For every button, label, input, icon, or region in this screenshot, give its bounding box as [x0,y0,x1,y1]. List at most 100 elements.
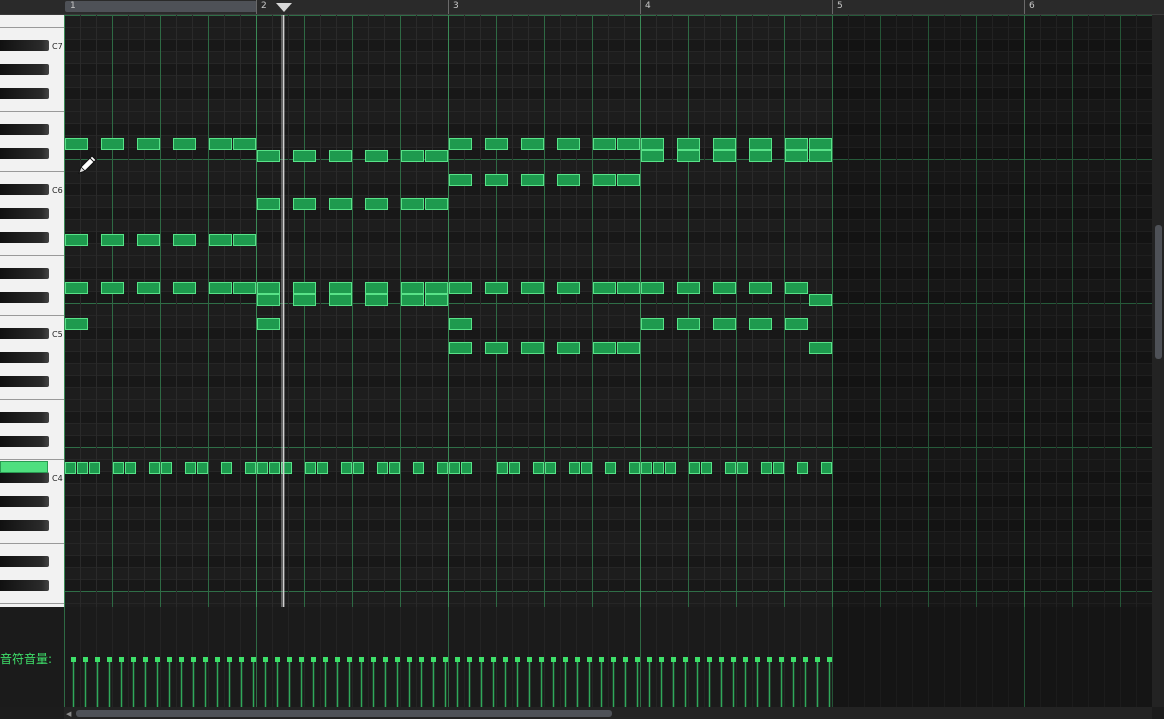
black-key[interactable] [0,412,49,423]
velocity-handle[interactable] [551,657,556,662]
velocity-handle[interactable] [71,657,76,662]
velocity-handle[interactable] [311,657,316,662]
vertical-scrollbar-thumb[interactable] [1155,225,1162,359]
velocity-handle[interactable] [815,657,820,662]
velocity-handle[interactable] [263,657,268,662]
velocity-handle[interactable] [431,657,436,662]
velocity-handle[interactable] [155,657,160,662]
midi-note [233,234,256,246]
piano-keyboard[interactable]: C7 C6 C5 C4 [0,15,65,607]
velocity-handle[interactable] [503,657,508,662]
black-key[interactable] [0,328,49,339]
velocity-handle[interactable] [335,657,340,662]
velocity-handle[interactable] [743,657,748,662]
pencil-icon [78,155,97,174]
black-key[interactable] [0,436,49,447]
velocity-handle[interactable] [179,657,184,662]
velocity-handle[interactable] [791,657,796,662]
horizontal-scrollbar[interactable]: ◀ [64,707,1152,719]
velocity-handle[interactable] [731,657,736,662]
black-key[interactable] [0,496,49,507]
velocity-handle[interactable] [191,657,196,662]
ruler-loop-region[interactable] [65,1,257,12]
black-key[interactable] [0,472,49,483]
black-key[interactable] [0,208,49,219]
black-key[interactable] [0,40,49,51]
velocity-lane-canvas[interactable] [0,607,1153,707]
black-key[interactable] [0,292,49,303]
velocity-handle[interactable] [479,657,484,662]
note-grid[interactable] [64,15,1152,607]
velocity-handle[interactable] [707,657,712,662]
horizontal-scrollbar-thumb[interactable] [76,710,612,717]
velocity-handle[interactable] [599,657,604,662]
velocity-handle[interactable] [587,657,592,662]
black-key[interactable] [0,184,49,195]
velocity-handle[interactable] [107,657,112,662]
velocity-handle[interactable] [779,657,784,662]
velocity-lane[interactable] [0,607,1153,707]
velocity-handle[interactable] [359,657,364,662]
velocity-handle[interactable] [347,657,352,662]
note-grid-canvas[interactable] [64,15,1152,607]
velocity-handle[interactable] [215,657,220,662]
velocity-handle[interactable] [827,657,832,662]
velocity-handle[interactable] [287,657,292,662]
black-key[interactable] [0,520,49,531]
velocity-handle[interactable] [239,657,244,662]
velocity-handle[interactable] [539,657,544,662]
velocity-handle[interactable] [95,657,100,662]
velocity-handle[interactable] [371,657,376,662]
velocity-handle[interactable] [719,657,724,662]
velocity-handle[interactable] [467,657,472,662]
velocity-handle[interactable] [323,657,328,662]
scroll-left-arrow-icon[interactable]: ◀ [66,710,71,718]
black-key[interactable] [0,376,49,387]
velocity-handle[interactable] [659,657,664,662]
velocity-handle[interactable] [299,657,304,662]
velocity-handle[interactable] [131,657,136,662]
active-key-c4[interactable] [0,461,48,473]
velocity-handle[interactable] [407,657,412,662]
velocity-handle[interactable] [527,657,532,662]
black-key[interactable] [0,124,49,135]
velocity-handle[interactable] [575,657,580,662]
vertical-scrollbar[interactable] [1152,15,1164,707]
velocity-handle[interactable] [251,657,256,662]
black-key[interactable] [0,148,49,159]
velocity-handle[interactable] [515,657,520,662]
velocity-handle[interactable] [803,657,808,662]
black-key[interactable] [0,232,49,243]
velocity-handle[interactable] [275,657,280,662]
velocity-handle[interactable] [767,657,772,662]
velocity-handle[interactable] [683,657,688,662]
velocity-handle[interactable] [563,657,568,662]
black-key[interactable] [0,556,49,567]
velocity-handle[interactable] [647,657,652,662]
velocity-handle[interactable] [695,657,700,662]
black-key[interactable] [0,64,49,75]
velocity-handle[interactable] [227,657,232,662]
velocity-handle[interactable] [635,657,640,662]
velocity-handle[interactable] [143,657,148,662]
velocity-handle[interactable] [623,657,628,662]
playhead-marker-icon[interactable] [276,3,292,12]
velocity-handle[interactable] [671,657,676,662]
velocity-handle[interactable] [203,657,208,662]
velocity-handle[interactable] [83,657,88,662]
timeline-ruler[interactable]: 1 2 3 4 5 6 [0,0,1164,15]
velocity-handle[interactable] [167,657,172,662]
velocity-handle[interactable] [419,657,424,662]
velocity-handle[interactable] [455,657,460,662]
velocity-handle[interactable] [383,657,388,662]
black-key[interactable] [0,580,49,591]
velocity-handle[interactable] [119,657,124,662]
black-key[interactable] [0,352,49,363]
velocity-handle[interactable] [611,657,616,662]
velocity-handle[interactable] [443,657,448,662]
black-key[interactable] [0,268,49,279]
velocity-handle[interactable] [491,657,496,662]
velocity-handle[interactable] [755,657,760,662]
velocity-handle[interactable] [395,657,400,662]
black-key[interactable] [0,88,49,99]
